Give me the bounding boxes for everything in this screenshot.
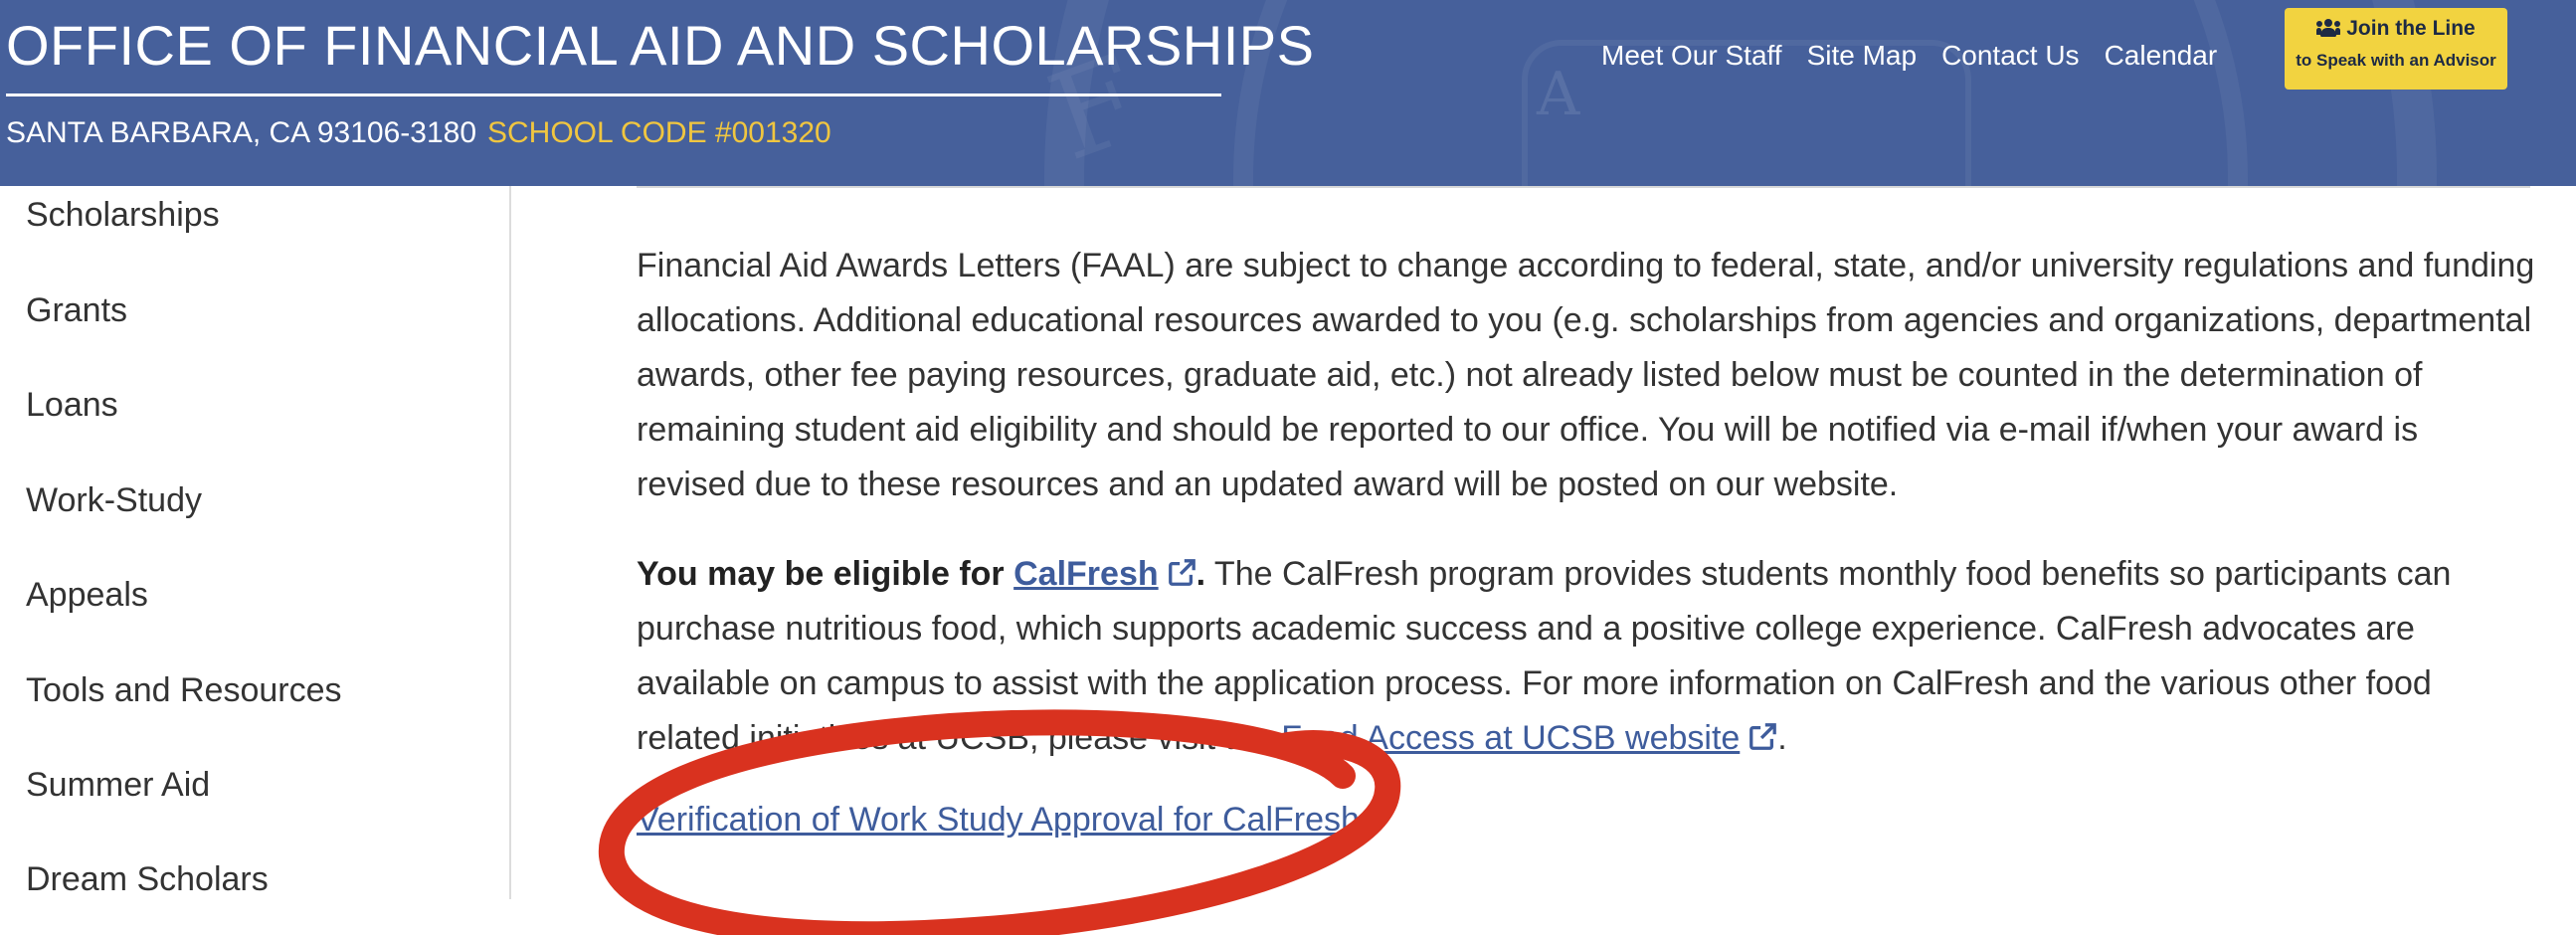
external-link-icon (1168, 559, 1196, 586)
food-access-link[interactable]: Food Access at UCSB website (1281, 719, 1740, 757)
verification-work-study-link[interactable]: Verification of Work Study Approval for … (637, 801, 1360, 840)
school-code: SCHOOL CODE #001320 (487, 116, 831, 149)
join-button-line2: to Speak with an Advisor (2296, 51, 2496, 70)
sidebar-item-dream-scholars[interactable]: Dream Scholars (26, 860, 269, 899)
calfresh-paragraph: You may be eligible for CalFresh. The Ca… (637, 547, 2536, 766)
sidebar-item-work-study[interactable]: Work-Study (26, 481, 202, 520)
nav-link-contact-us[interactable]: Contact Us (1941, 40, 2080, 72)
nav-link-calendar[interactable]: Calendar (2105, 40, 2218, 72)
eligible-heading: You may be eligible for (637, 555, 1005, 593)
sidebar-item-tools-and-resources[interactable]: Tools and Resources (26, 671, 342, 710)
users-icon (2316, 19, 2341, 37)
sidebar-item-appeals[interactable]: Appeals (26, 576, 148, 615)
sidebar-item-scholarships[interactable]: Scholarships (26, 196, 220, 235)
content-divider (637, 186, 2530, 188)
nav-link-meet-our-staff[interactable]: Meet Our Staff (1601, 40, 1782, 72)
sidebar-item-grants[interactable]: Grants (26, 291, 127, 330)
top-nav: Meet Our Staff Site Map Contact Us Calen… (1601, 40, 2242, 72)
sidebar-item-summer-aid[interactable]: Summer Aid (26, 766, 210, 805)
calfresh-link[interactable]: CalFresh (1013, 555, 1159, 593)
faal-paragraph: Financial Aid Awards Letters (FAAL) are … (637, 247, 2535, 503)
join-the-line-button[interactable]: Join the Line to Speak with an Advisor (2285, 8, 2507, 90)
sidebar-item-loans[interactable]: Loans (26, 386, 118, 425)
join-button-line1: Join the Line (2346, 17, 2476, 40)
food-access-period: . (1777, 719, 1787, 757)
seal-letter-graphic: A (1537, 60, 1580, 129)
eligible-dot: . (1196, 555, 1206, 593)
site-header: A F OFFICE OF FINANCIAL AID AND SCHOLARS… (0, 0, 2576, 186)
site-title[interactable]: OFFICE OF FINANCIAL AID AND SCHOLARSHIPS (6, 8, 1314, 96)
office-address: SANTA BARBARA, CA 93106-3180 (6, 116, 477, 149)
sidebar-nav: Scholarships Grants Loans Work-Study App… (0, 186, 511, 899)
external-link-icon (1749, 723, 1777, 750)
nav-link-site-map[interactable]: Site Map (1807, 40, 1918, 72)
